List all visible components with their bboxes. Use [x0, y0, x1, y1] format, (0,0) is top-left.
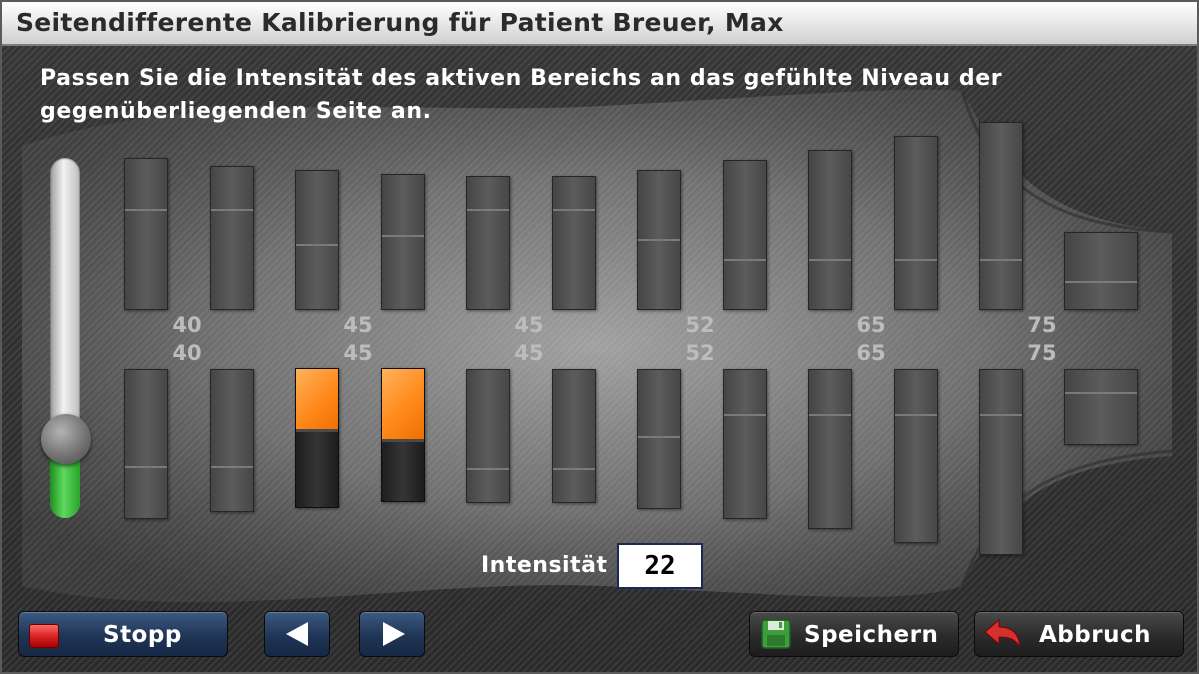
value-bottom-6: 75: [1027, 341, 1057, 365]
zone-lower-3-active[interactable]: [295, 368, 339, 508]
zone-lower-12[interactable]: [1064, 369, 1138, 445]
zone-level-mark: [980, 414, 1022, 416]
zone-level-mark: [1065, 392, 1137, 394]
value-top-5: 65: [856, 313, 886, 337]
zone-level-mark: [1065, 281, 1137, 283]
value-bottom-1: 40: [172, 341, 202, 365]
save-button[interactable]: Speichern: [749, 611, 959, 657]
window-title: Seitendifferente Kalibrierung für Patien…: [16, 8, 784, 37]
zone-lower-7[interactable]: [637, 369, 681, 509]
active-zone-fill: [296, 369, 338, 429]
zone-lower-4-active[interactable]: [381, 368, 425, 502]
zone-lower-2[interactable]: [210, 369, 254, 512]
intensity-slider-thumb[interactable]: [41, 414, 91, 464]
value-top-3: 45: [514, 313, 544, 337]
value-bottom-5: 65: [856, 341, 886, 365]
zone-level-mark: [809, 259, 851, 261]
instruction-text: Passen Sie die Intensität des aktiven Be…: [40, 66, 1003, 124]
zone-upper-5[interactable]: [466, 176, 510, 310]
zone-level-mark: [125, 466, 167, 468]
zone-upper-8[interactable]: [723, 160, 767, 310]
value-bottom-3: 45: [514, 341, 544, 365]
zone-upper-11[interactable]: [979, 122, 1023, 310]
next-button[interactable]: [359, 611, 425, 657]
stop-square-icon: [29, 624, 59, 648]
cancel-button-label: Abbruch: [1039, 622, 1151, 648]
title-bar: Seitendifferente Kalibrierung für Patien…: [2, 2, 1197, 46]
cancel-button[interactable]: Abbruch: [974, 611, 1184, 657]
floppy-disk-icon: [761, 619, 791, 649]
arrow-right-icon: [383, 622, 405, 646]
zone-level-mark: [638, 239, 680, 241]
previous-button[interactable]: [264, 611, 330, 657]
zone-upper-10[interactable]: [894, 136, 938, 310]
zone-upper-9[interactable]: [808, 150, 852, 310]
zone-level-mark: [296, 244, 338, 246]
intensity-label: Intensität: [481, 553, 608, 578]
value-top-2: 45: [343, 313, 373, 337]
active-zone-fill: [382, 369, 424, 439]
zone-lower-6[interactable]: [552, 369, 596, 503]
zone-level-mark: [895, 414, 937, 416]
zone-level-mark: [211, 466, 253, 468]
value-bottom-4: 52: [685, 341, 715, 365]
zone-level-mark: [638, 436, 680, 438]
content-area: Passen Sie die Intensität des aktiven Be…: [2, 46, 1197, 672]
zone-lower-5[interactable]: [466, 369, 510, 503]
zone-upper-6[interactable]: [552, 176, 596, 310]
zone-level-mark: [553, 468, 595, 470]
zone-level-mark: [467, 209, 509, 211]
save-button-label: Speichern: [804, 622, 939, 648]
stop-button-label: Stopp: [103, 622, 182, 648]
zone-lower-1[interactable]: [124, 369, 168, 519]
zone-lower-9[interactable]: [808, 369, 852, 529]
zone-level-mark: [724, 414, 766, 416]
stop-button[interactable]: Stopp: [18, 611, 228, 657]
zone-level-mark: [211, 209, 253, 211]
zone-lower-11[interactable]: [979, 369, 1023, 555]
value-top-4: 52: [685, 313, 715, 337]
calibration-window: Seitendifferente Kalibrierung für Patien…: [0, 0, 1199, 674]
zone-lower-10[interactable]: [894, 369, 938, 543]
undo-arrow-icon: [984, 618, 1021, 648]
value-top-1: 40: [172, 313, 202, 337]
zone-level-mark: [382, 235, 424, 237]
zone-level-mark: [125, 209, 167, 211]
value-bottom-2: 45: [343, 341, 373, 365]
zone-upper-4[interactable]: [381, 174, 425, 310]
arrow-left-icon: [286, 622, 308, 646]
zone-level-mark: [553, 209, 595, 211]
zone-upper-2[interactable]: [210, 166, 254, 310]
zone-level-mark: [980, 259, 1022, 261]
zone-level-mark: [467, 468, 509, 470]
intensity-slider-track[interactable]: [50, 158, 80, 518]
zone-level-mark: [724, 259, 766, 261]
intensity-value-field[interactable]: 22: [617, 543, 703, 589]
zone-level-mark: [296, 429, 338, 432]
zone-lower-8[interactable]: [723, 369, 767, 519]
value-top-6: 75: [1027, 313, 1057, 337]
zone-upper-3[interactable]: [295, 170, 339, 310]
zone-upper-7[interactable]: [637, 170, 681, 310]
zone-level-mark: [809, 414, 851, 416]
zone-upper-1[interactable]: [124, 158, 168, 310]
zone-level-mark: [382, 439, 424, 442]
zone-upper-12[interactable]: [1064, 232, 1138, 310]
zone-level-mark: [895, 259, 937, 261]
